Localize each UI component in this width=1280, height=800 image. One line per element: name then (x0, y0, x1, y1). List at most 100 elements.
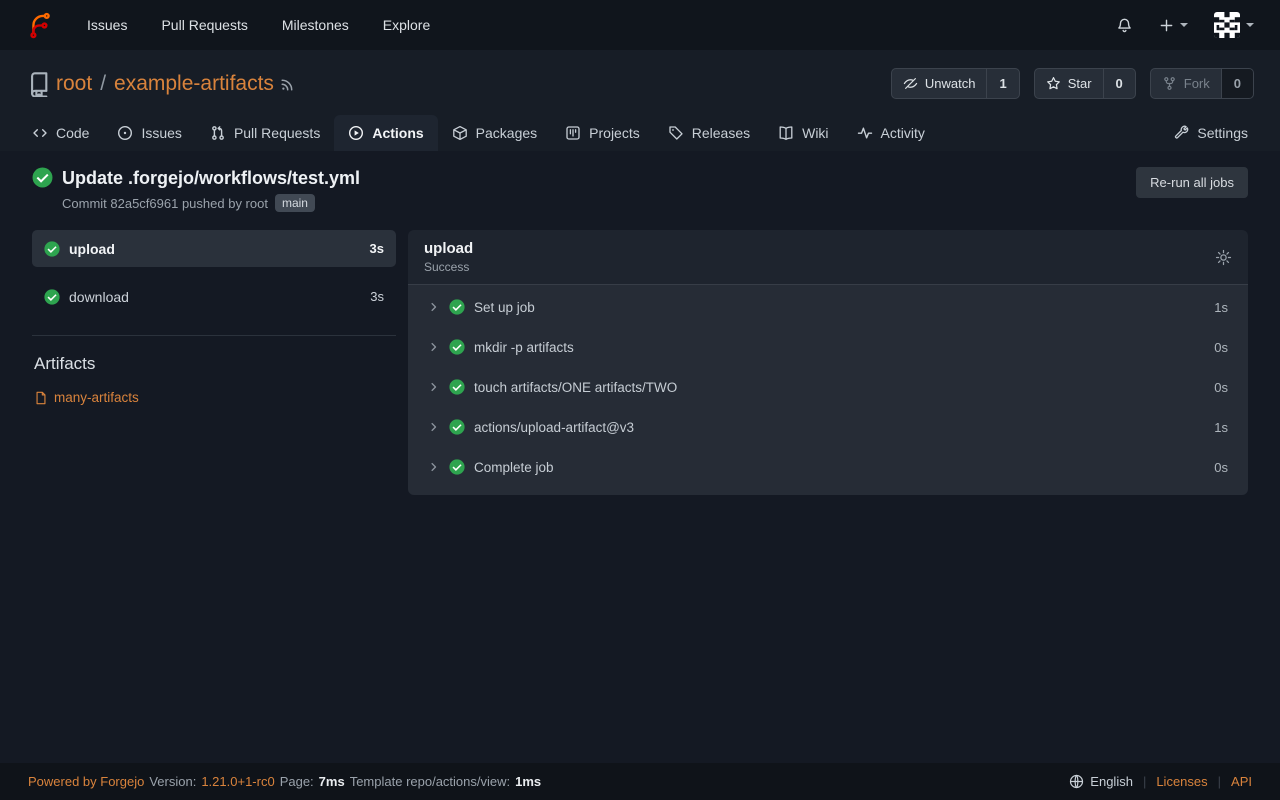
star-label: Star (1068, 76, 1092, 91)
nav-pull-requests[interactable]: Pull Requests (161, 17, 247, 33)
job-item-download[interactable]: download 3s (32, 278, 396, 315)
step-row[interactable]: touch artifacts/ONE artifacts/TWO 0s (408, 367, 1248, 407)
step-row[interactable]: mkdir -p artifacts 0s (408, 327, 1248, 367)
job-duration: 3s (370, 241, 384, 256)
chevron-right-icon[interactable] (428, 341, 440, 353)
repo-owner-link[interactable]: root (56, 72, 92, 96)
play-circle-icon (348, 125, 364, 141)
star-icon (1046, 76, 1061, 91)
chevron-right-icon[interactable] (428, 421, 440, 433)
top-navbar: Issues Pull Requests Milestones Explore (0, 0, 1280, 50)
success-check-icon (32, 167, 53, 212)
version-label: Version: (149, 774, 196, 789)
star-button[interactable]: Star 0 (1034, 68, 1136, 99)
chevron-right-icon[interactable] (428, 381, 440, 393)
fork-button[interactable]: Fork 0 (1150, 68, 1254, 99)
step-name: Complete job (474, 460, 554, 475)
tab-actions[interactable]: Actions (334, 115, 437, 151)
nav-explore[interactable]: Explore (383, 17, 430, 33)
step-name: mkdir -p artifacts (474, 340, 574, 355)
workflow-run-header: Update .forgejo/workflows/test.yml Commi… (0, 151, 1280, 226)
job-name: download (69, 289, 129, 305)
powered-by-link[interactable]: Powered by Forgejo (28, 774, 144, 789)
repo-name-link[interactable]: example-artifacts (114, 72, 274, 96)
tab-packages[interactable]: Packages (438, 115, 551, 151)
step-duration: 0s (1214, 380, 1228, 395)
language-label: English (1090, 774, 1133, 789)
watch-count[interactable]: 1 (986, 69, 1018, 98)
notifications-bell-icon[interactable] (1116, 17, 1133, 34)
success-check-icon (449, 459, 465, 475)
project-board-icon (565, 125, 581, 141)
chevron-right-icon[interactable] (428, 461, 440, 473)
tab-settings[interactable]: Settings (1159, 115, 1262, 151)
tab-label: Settings (1197, 125, 1248, 141)
tab-label: Issues (141, 125, 181, 141)
tab-label: Activity (881, 125, 925, 141)
fork-count[interactable]: 0 (1221, 69, 1253, 98)
artifact-download-link[interactable]: many-artifacts (54, 390, 139, 405)
fork-icon (1162, 76, 1177, 91)
run-title: Update .forgejo/workflows/test.yml (62, 167, 360, 189)
breadcrumb-separator: / (100, 72, 106, 96)
tab-activity[interactable]: Activity (843, 115, 939, 151)
gear-icon[interactable] (1215, 249, 1232, 266)
tab-issues[interactable]: Issues (103, 115, 195, 151)
language-selector[interactable]: English (1069, 774, 1133, 789)
forgejo-logo[interactable] (26, 12, 53, 39)
avatar (1214, 12, 1240, 38)
repo-header: root / example-artifacts (0, 50, 1280, 151)
step-row[interactable]: Set up job 1s (408, 287, 1248, 327)
nav-milestones[interactable]: Milestones (282, 17, 349, 33)
tools-icon (1173, 125, 1189, 141)
nav-issues[interactable]: Issues (87, 17, 127, 33)
template-label: Template repo/actions/view: (350, 774, 510, 789)
tab-wiki[interactable]: Wiki (764, 115, 842, 151)
tab-label: Releases (692, 125, 750, 141)
code-icon (32, 125, 48, 141)
repo-tabs: Code Issues Pull Requests Actions (0, 109, 1280, 151)
tab-pull-requests[interactable]: Pull Requests (196, 115, 334, 151)
branch-badge[interactable]: main (275, 194, 315, 212)
user-menu[interactable] (1214, 12, 1254, 38)
job-name: upload (69, 241, 115, 257)
steps-list: Set up job 1s mkdir -p artifacts 0s (408, 285, 1248, 495)
success-check-icon (449, 379, 465, 395)
star-count[interactable]: 0 (1103, 69, 1135, 98)
rss-icon[interactable] (280, 76, 296, 92)
pull-request-icon (210, 125, 226, 141)
tab-releases[interactable]: Releases (654, 115, 764, 151)
watch-button[interactable]: Unwatch 1 (891, 68, 1020, 99)
step-row[interactable]: Complete job 0s (408, 447, 1248, 487)
tab-code[interactable]: Code (18, 115, 103, 151)
step-duration: 1s (1214, 420, 1228, 435)
divider: | (1143, 774, 1146, 789)
step-name: actions/upload-artifact@v3 (474, 420, 634, 435)
success-check-icon (449, 419, 465, 435)
breadcrumb: root / example-artifacts (56, 72, 274, 96)
tab-label: Pull Requests (234, 125, 320, 141)
version-link[interactable]: 1.21.0+1-rc0 (201, 774, 274, 789)
tab-projects[interactable]: Projects (551, 115, 654, 151)
success-check-icon (449, 339, 465, 355)
api-link[interactable]: API (1231, 774, 1252, 789)
chevron-right-icon[interactable] (428, 301, 440, 313)
footer: Powered by Forgejo Version: 1.21.0+1-rc0… (0, 763, 1280, 800)
run-body: upload 3s download 3s Artifacts many-art… (0, 226, 1280, 495)
fork-label: Fork (1184, 76, 1210, 91)
create-new-menu[interactable] (1159, 18, 1188, 33)
rerun-all-jobs-button[interactable]: Re-run all jobs (1136, 167, 1248, 198)
tab-label: Actions (372, 125, 423, 141)
step-row[interactable]: actions/upload-artifact@v3 1s (408, 407, 1248, 447)
file-icon (34, 391, 48, 405)
commit-info: Commit 82a5cf6961 pushed by root (62, 196, 268, 211)
divider (32, 335, 396, 336)
eye-slash-icon (903, 76, 918, 91)
job-item-upload[interactable]: upload 3s (32, 230, 396, 267)
step-name: Set up job (474, 300, 535, 315)
licenses-link[interactable]: Licenses (1156, 774, 1207, 789)
globe-icon (1069, 774, 1084, 789)
book-icon (778, 125, 794, 141)
job-status-text: Success (424, 260, 473, 274)
job-detail-panel: upload Success Set up job 1s (408, 230, 1248, 495)
